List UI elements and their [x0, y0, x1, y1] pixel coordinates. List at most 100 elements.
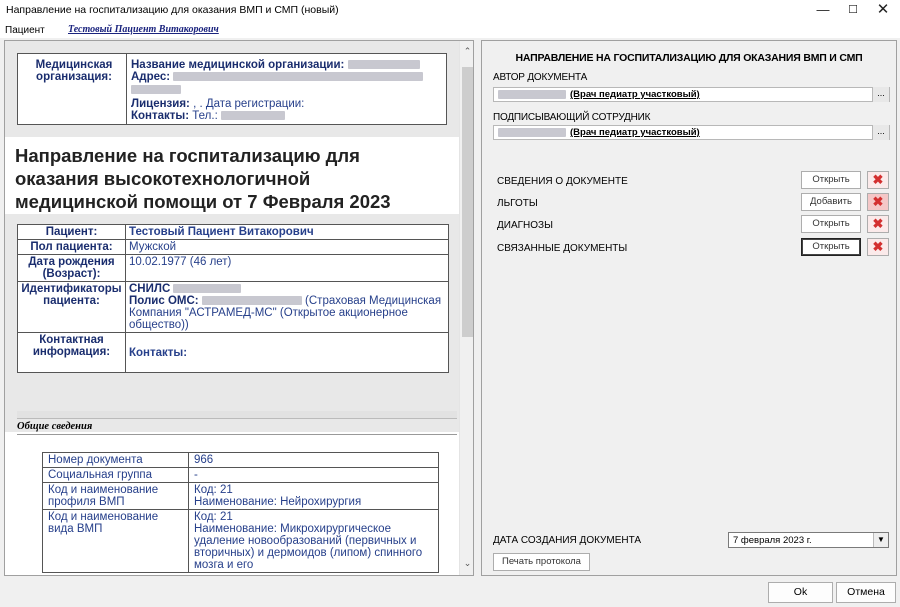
redacted-author: [498, 90, 566, 99]
redacted-address: [173, 72, 424, 82]
cancel-button[interactable]: Отмена: [836, 582, 896, 603]
document-page: Медицинская организация: Название медици…: [5, 41, 459, 575]
contact-key: Контактная информация:: [17, 332, 126, 373]
scroll-up-icon[interactable]: ⌃: [460, 43, 473, 59]
signer-label: ПОДПИСЫВАЮЩИЙ СОТРУДНИК: [493, 112, 651, 123]
patient-bar: Пациент Тестовый Пациент Витакорович: [0, 22, 900, 38]
section-label: СВЯЗАННЫЕ ДОКУМЕНТЫ: [497, 243, 628, 254]
scrollbar-thumb[interactable]: [462, 67, 473, 337]
org-divider: [126, 54, 127, 124]
info-value: Код: 21 Наименование: Микрохирургическое…: [188, 509, 439, 573]
info-value: -: [188, 467, 439, 483]
open-diagnoses-button[interactable]: Открыть: [801, 215, 861, 233]
snils-label: СНИЛС: [129, 283, 171, 295]
identifiers-value: СНИЛС Полис ОМС: (Страховая Медицинская …: [125, 281, 449, 333]
info-key: Номер документа: [42, 452, 189, 468]
author-field[interactable]: (Врач педиатр участковый) ...: [493, 87, 890, 102]
creation-date-select[interactable]: 7 февраля 2023 г. ▼: [728, 532, 889, 548]
window-title: Направление на госпитализацию для оказан…: [6, 4, 339, 16]
patient-label: Пациент: [5, 25, 45, 36]
panel-title: НАПРАВЛЕНИЕ НА ГОСПИТАЛИЗАЦИЮ ДЛЯ ОКАЗАН…: [515, 52, 863, 64]
section-label: ДИАГНОЗЫ: [497, 220, 553, 231]
maximize-icon[interactable]: ☐: [838, 0, 868, 22]
creation-date-value: 7 февраля 2023 г.: [733, 535, 812, 546]
editor-panel: НАПРАВЛЕНИЕ НА ГОСПИТАЛИЗАЦИЮ ДЛЯ ОКАЗАН…: [481, 40, 897, 576]
author-browse-button[interactable]: ...: [872, 87, 889, 102]
info-key: Код и наименование вида ВМП: [42, 509, 189, 573]
signer-field[interactable]: (Врач педиатр участковый) ...: [493, 125, 890, 140]
author-label: АВТОР ДОКУМЕНТА: [493, 72, 588, 83]
info-key: Код и наименование профиля ВМП: [42, 482, 189, 510]
org-name-line: Название медицинской организации:: [131, 59, 420, 71]
redacted-oms: [201, 296, 302, 306]
section-rule: [17, 434, 457, 435]
section-row-document-info: СВЕДЕНИЯ О ДОКУМЕНТЕ Открыть ✖: [493, 171, 890, 191]
open-related-docs-button[interactable]: Открыть: [801, 238, 861, 256]
signer-browse-button[interactable]: ...: [872, 125, 889, 140]
profile-name: Наименование: Нейрохирургия: [194, 496, 362, 508]
window-titlebar: Направление на госпитализацию для оказан…: [0, 0, 900, 22]
minimize-icon[interactable]: —: [808, 0, 838, 22]
info-key: Социальная группа: [42, 467, 189, 483]
identifiers-key: Идентификаторы пациента:: [17, 281, 126, 333]
org-license-line: Лицензия: , . Дата регистрации:: [131, 98, 304, 110]
creation-date-label: ДАТА СОЗДАНИЯ ДОКУМЕНТА: [493, 535, 642, 546]
delete-icon[interactable]: ✖: [867, 215, 889, 233]
contact-value: Контакты:: [125, 332, 449, 373]
delete-icon[interactable]: ✖: [867, 238, 889, 256]
close-icon[interactable]: ✕: [868, 0, 898, 22]
org-contacts-line: Контакты: Тел.:: [131, 110, 285, 122]
table-row: Код и наименование профиля ВМП Код: 21 Н…: [42, 482, 439, 510]
add-benefits-button[interactable]: Добавить: [801, 193, 861, 211]
section-divider: [17, 411, 457, 419]
birthdate-value: 10.02.1977 (46 лет): [125, 254, 449, 282]
org-label: Медицинская организация:: [35, 59, 113, 83]
table-row: Идентификаторы пациента: СНИЛС Полис ОМС…: [17, 281, 449, 333]
print-protocol-button[interactable]: Печать протокола: [493, 553, 590, 571]
info-value: 966: [188, 452, 439, 468]
contacts-value: Тел.:: [192, 110, 218, 122]
license-value: , . Дата регистрации:: [193, 98, 305, 110]
org-address-line: Адрес:: [131, 71, 424, 83]
profile-code: Код: 21: [194, 484, 233, 496]
section-row-benefits: ЛЬГОТЫ Добавить ✖: [493, 193, 890, 213]
license-label: Лицензия:: [131, 98, 190, 110]
redacted-signer: [498, 128, 566, 137]
org-address-label: Адрес:: [131, 71, 171, 83]
org-box: Медицинская организация: Название медици…: [17, 53, 447, 125]
scroll-down-icon[interactable]: ⌄: [460, 555, 473, 571]
table-row: Пациент: Тестовый Пациент Витакорович: [17, 224, 449, 240]
oms-label: Полис ОМС:: [129, 295, 199, 307]
document-scrollbar[interactable]: ⌃ ⌄: [459, 41, 473, 575]
chevron-down-icon[interactable]: ▼: [873, 533, 888, 547]
sex-key: Пол пациента:: [17, 239, 126, 255]
patient-value: Тестовый Пациент Витакорович: [125, 224, 449, 240]
redacted-address-2: [131, 85, 181, 95]
redacted-snils: [173, 284, 242, 294]
delete-icon[interactable]: ✖: [867, 171, 889, 189]
org-address-cont: [131, 84, 181, 96]
vmp-code: Код: 21: [194, 511, 233, 523]
table-row: Контактная информация: Контакты:: [17, 332, 449, 373]
general-info-table: Номер документа 966 Социальная группа - …: [42, 452, 439, 573]
ok-button[interactable]: Ok: [768, 582, 833, 603]
sex-value: Мужской: [125, 239, 449, 255]
open-document-info-button[interactable]: Открыть: [801, 171, 861, 189]
author-value: (Врач педиатр участковый): [570, 89, 700, 100]
document-preview[interactable]: Медицинская организация: Название медици…: [4, 40, 474, 576]
signer-value: (Врач педиатр участковый): [570, 127, 700, 138]
section-row-diagnoses: ДИАГНОЗЫ Открыть ✖: [493, 215, 890, 235]
redacted-phone: [220, 111, 285, 121]
patient-link[interactable]: Тестовый Пациент Витакорович: [68, 24, 219, 35]
birthdate-key: Дата рождения (Возраст):: [17, 254, 126, 282]
document-heading: Направление на госпитализацию для оказан…: [15, 145, 391, 212]
redacted-org-name: [347, 60, 420, 70]
org-name-label: Название медицинской организации:: [131, 59, 345, 71]
table-row: Пол пациента: Мужской: [17, 239, 449, 255]
section-label: ЛЬГОТЫ: [497, 198, 538, 209]
section-title: Общие сведения: [17, 421, 93, 432]
delete-icon[interactable]: ✖: [867, 193, 889, 211]
table-row: Номер документа 966: [42, 452, 439, 468]
contacts-label: Контакты:: [131, 110, 190, 122]
section-label: СВЕДЕНИЯ О ДОКУМЕНТЕ: [497, 176, 628, 187]
